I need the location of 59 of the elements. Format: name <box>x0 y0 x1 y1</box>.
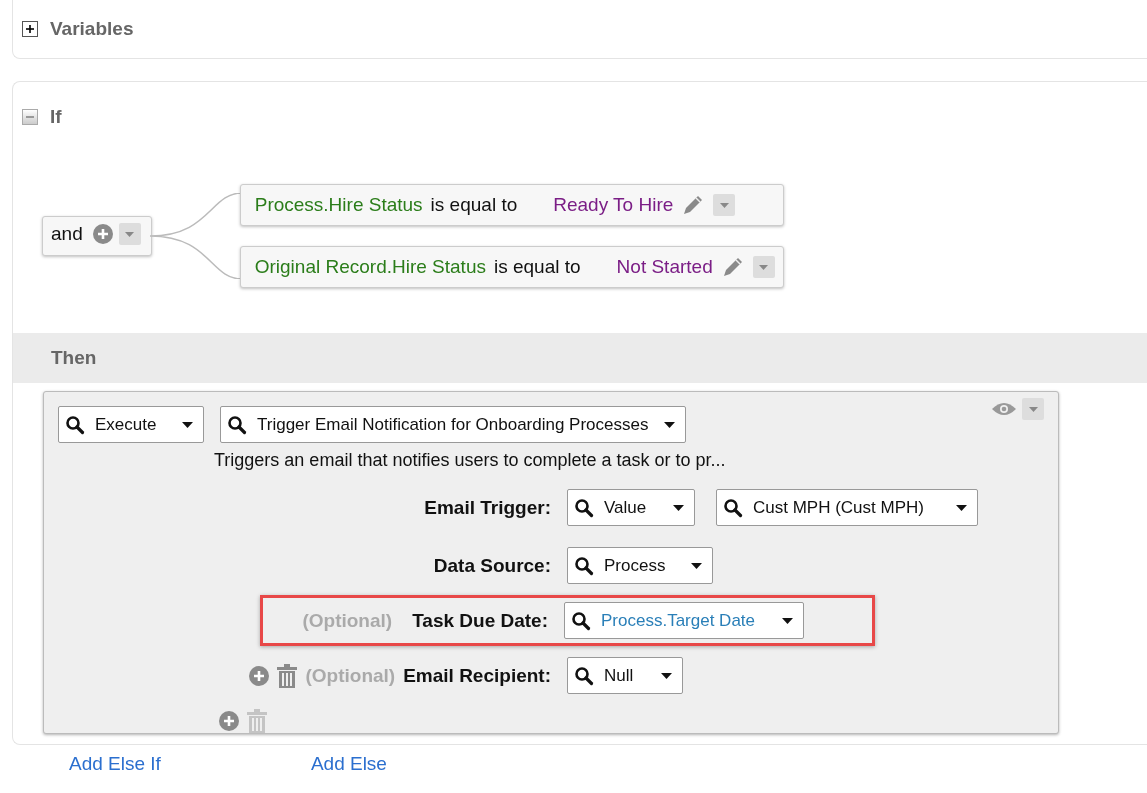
search-icon <box>227 414 247 435</box>
condition-operator: is equal to <box>430 194 518 216</box>
optional-label: (Optional) <box>305 664 396 687</box>
search-icon <box>65 414 85 435</box>
eye-icon[interactable] <box>992 402 1016 416</box>
add-icon[interactable] <box>92 224 113 244</box>
parameter-dropdown[interactable]: Null <box>567 657 683 694</box>
parameter-dropdown[interactable]: Process <box>567 547 713 584</box>
search-icon <box>723 497 743 518</box>
optional-label: (Optional) <box>302 609 393 632</box>
dropdown-button[interactable] <box>713 194 736 216</box>
add-icon[interactable] <box>219 711 239 731</box>
add-branch-link[interactable]: Add Else If <box>69 753 161 775</box>
caret-icon <box>125 231 135 237</box>
trash-icon[interactable] <box>277 663 298 688</box>
section-title: If <box>50 106 62 128</box>
plus-icon <box>25 24 35 34</box>
add-icon[interactable] <box>249 665 270 686</box>
search-icon <box>574 665 594 686</box>
function-description: Triggers an email that notifies users to complete a task or to pr... <box>214 450 727 471</box>
condition-field: Original Record.Hire Status <box>254 256 486 278</box>
condition-node[interactable]: Process.Hire Status is equal to Ready To Hire <box>239 184 784 226</box>
caret-icon <box>182 421 193 428</box>
section-title: Then <box>51 347 97 369</box>
caret-icon <box>664 421 675 428</box>
operator-label: and <box>51 223 83 245</box>
caret-icon <box>759 264 769 270</box>
action-dropdown[interactable]: Execute <box>58 406 204 443</box>
caret-icon <box>691 562 702 569</box>
parameter-label: Email Recipient: <box>403 664 551 687</box>
condition-operator: is equal to <box>493 256 581 278</box>
condition-value: Ready To Hire <box>553 194 674 216</box>
dropdown-button[interactable] <box>118 223 141 245</box>
collapse-button[interactable] <box>22 109 38 125</box>
caret-icon <box>782 617 793 624</box>
add-branch-link[interactable]: Add Else <box>310 753 387 775</box>
parameter-label: Data Source: <box>433 554 551 577</box>
condition-field: Process.Hire Status <box>254 194 423 216</box>
parameter-label: Email Trigger: <box>424 496 551 519</box>
section-title: Variables <box>50 18 134 40</box>
parameter-dropdown[interactable]: Process.Target Date <box>564 602 804 639</box>
search-icon <box>571 610 591 631</box>
condition-node[interactable]: Original Record.Hire Status is equal to Not Started <box>239 246 784 288</box>
parameter-dropdown[interactable]: Cust MPH (Cust MPH) <box>716 489 978 526</box>
caret-icon <box>719 202 729 208</box>
caret-icon <box>673 504 684 511</box>
parameter-dropdown[interactable]: Value <box>567 489 695 526</box>
search-icon <box>574 497 594 518</box>
operator-node[interactable]: and <box>42 216 152 256</box>
dropdown-button[interactable] <box>752 256 775 278</box>
caret-icon <box>956 504 967 511</box>
expand-button[interactable] <box>22 21 38 37</box>
search-icon <box>574 555 594 576</box>
function-dropdown[interactable]: Trigger Email Notification for Onboarding Processes <box>220 406 686 443</box>
caret-icon <box>1028 406 1038 412</box>
parameter-label: Task Due Date: <box>412 609 548 632</box>
condition-value: Not Started <box>616 256 713 278</box>
dropdown-button[interactable] <box>1022 398 1044 420</box>
caret-icon <box>661 672 672 679</box>
